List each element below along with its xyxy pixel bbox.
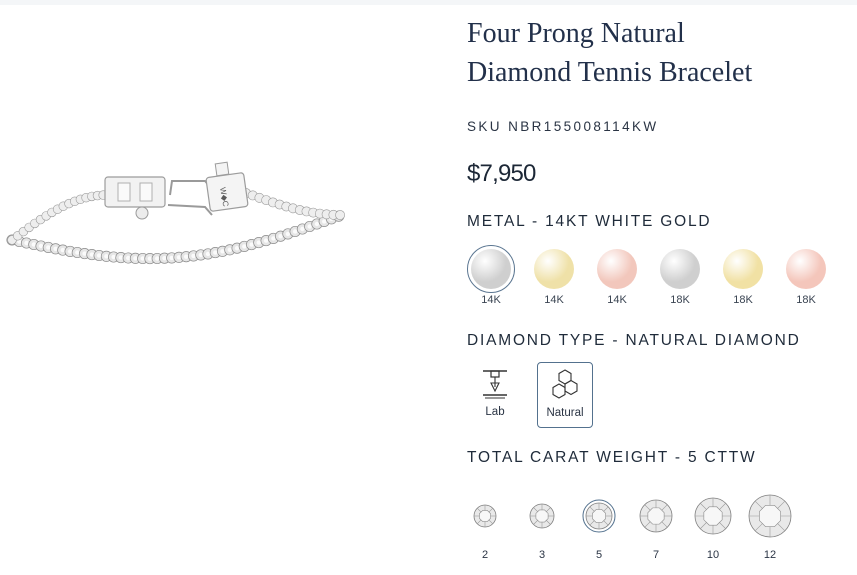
diamond-icon (529, 503, 555, 529)
diamond-icon (473, 504, 497, 528)
carat-option-2[interactable]: 2 (470, 486, 500, 568)
product-title-line1: Four Prong Natural (467, 18, 685, 49)
metal-swatch-5[interactable]: 18K (782, 245, 830, 313)
metal-swatch-label: 14K (481, 294, 501, 306)
metal-swatch-color (597, 249, 637, 289)
carat-label: 2 (481, 549, 489, 561)
metal-swatch-2[interactable]: 14K (593, 245, 641, 313)
metal-heading: METAL - 14KT WHITE GOLD (467, 213, 712, 230)
diamond-type-label: Natural (546, 407, 584, 419)
diamond-type-list: Lab Natural (467, 362, 667, 432)
metal-swatch-list: 14K 14K 14K 18K 18K 18K (467, 245, 857, 315)
product-price: $7,950 (467, 160, 536, 187)
carat-label: 3 (538, 549, 546, 561)
carat-label: 12 (763, 549, 777, 561)
metal-swatch-label: 18K (733, 294, 753, 306)
metal-swatch-color (534, 249, 574, 289)
carat-heading: TOTAL CARAT WEIGHT - 5 CTTW (467, 449, 757, 466)
product-image-pane: W◆C (0, 5, 450, 575)
carat-label: 10 (706, 549, 720, 561)
metal-swatch-color (723, 249, 763, 289)
diamond-icon (748, 494, 792, 538)
product-sku: SKU NBR155008114KW (467, 119, 659, 134)
diamond-type-natural-option[interactable]: Natural (537, 362, 593, 428)
carat-label: 7 (652, 549, 660, 561)
metal-swatch-label: 14K (607, 294, 627, 306)
metal-swatch-color (786, 249, 826, 289)
diamond-icon (639, 499, 673, 533)
lab-grown-icon (483, 370, 507, 399)
metal-swatch-4[interactable]: 18K (719, 245, 767, 313)
carat-option-12[interactable]: 12 (745, 486, 795, 568)
product-title: Four Prong Natural Diamond Tennis Bracel… (467, 14, 847, 92)
natural-mineral-icon (552, 369, 578, 399)
carat-label: 5 (595, 549, 603, 561)
product-title-line2: Diamond Tennis Bracelet (467, 57, 753, 88)
diamond-type-lab-option[interactable]: Lab (468, 362, 522, 426)
diamond-icon (694, 497, 732, 535)
metal-swatch-label: 18K (670, 294, 690, 306)
carat-option-10[interactable]: 10 (691, 486, 735, 568)
product-image: W◆C (6, 161, 345, 265)
metal-swatch-label: 18K (796, 294, 816, 306)
carat-option-5[interactable]: 5 (582, 486, 616, 568)
carat-option-3[interactable]: 3 (526, 486, 558, 568)
carat-weight-list: 2 3 5 7 10 12 (467, 486, 857, 575)
metal-swatch-color (471, 249, 511, 289)
product-info-panel: Four Prong Natural Diamond Tennis Bracel… (467, 0, 857, 575)
carat-option-7[interactable]: 7 (636, 486, 676, 568)
metal-swatch-3[interactable]: 18K (656, 245, 704, 313)
metal-swatch-0[interactable]: 14K (467, 245, 515, 313)
diamond-type-label: Lab (485, 406, 505, 418)
metal-swatch-1[interactable]: 14K (530, 245, 578, 313)
metal-swatch-label: 14K (544, 294, 564, 306)
diamond-type-heading: DIAMOND TYPE - NATURAL DIAMOND (467, 332, 801, 349)
diamond-icon (582, 499, 616, 533)
metal-swatch-color (660, 249, 700, 289)
